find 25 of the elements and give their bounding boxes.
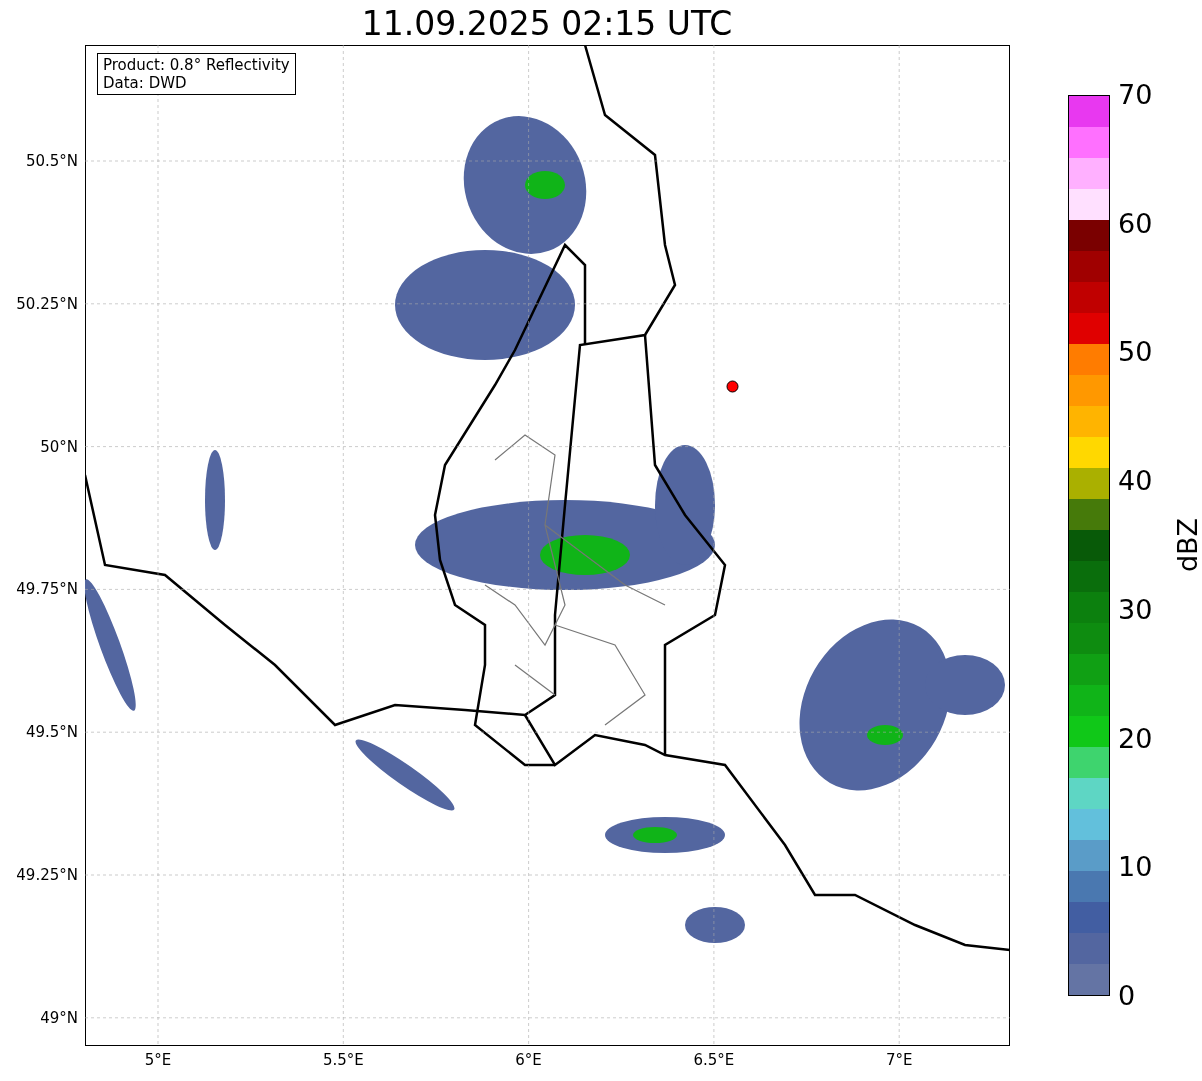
latitude-label: 49.5°N: [25, 723, 78, 742]
radar-site-marker: [726, 380, 739, 393]
colorbar-tick-label: 60: [1118, 208, 1153, 239]
colorbar-label: dBZ: [1173, 516, 1202, 575]
latitude-label: 50.25°N: [16, 294, 78, 313]
colorbar-tick-label: 10: [1118, 852, 1153, 883]
colorbar-tick-label: 70: [1118, 80, 1153, 110]
colorbar-tick-label: 50: [1118, 337, 1153, 368]
latitude-label: 49°N: [40, 1008, 78, 1027]
chart-title: 11.09.2025 02:15 UTC: [360, 3, 734, 45]
longitude-label: 5.5°E: [321, 1051, 365, 1069]
latitude-label: 49.75°N: [16, 580, 78, 599]
longitude-label: 6°E: [514, 1051, 543, 1069]
info-line: Data: DWD: [103, 74, 188, 92]
longitude-label: 5°E: [143, 1051, 173, 1069]
colorbar-tick-label: 0: [1118, 981, 1136, 1011]
latitude-label: 50.5°N: [25, 152, 78, 170]
colorbar-tick-label: 20: [1118, 723, 1153, 754]
longitude-label: 7°E: [884, 1051, 914, 1069]
info-line: Product: 0.8° Reflectivity: [103, 56, 290, 74]
colorbar-tick-label: 30: [1118, 594, 1153, 625]
latitude-label: 50°N: [40, 437, 78, 456]
longitude-label: 6.5°E: [692, 1051, 736, 1069]
latitude-label: 49.25°N: [16, 866, 78, 884]
colorbar-tick-label: 40: [1118, 466, 1153, 497]
